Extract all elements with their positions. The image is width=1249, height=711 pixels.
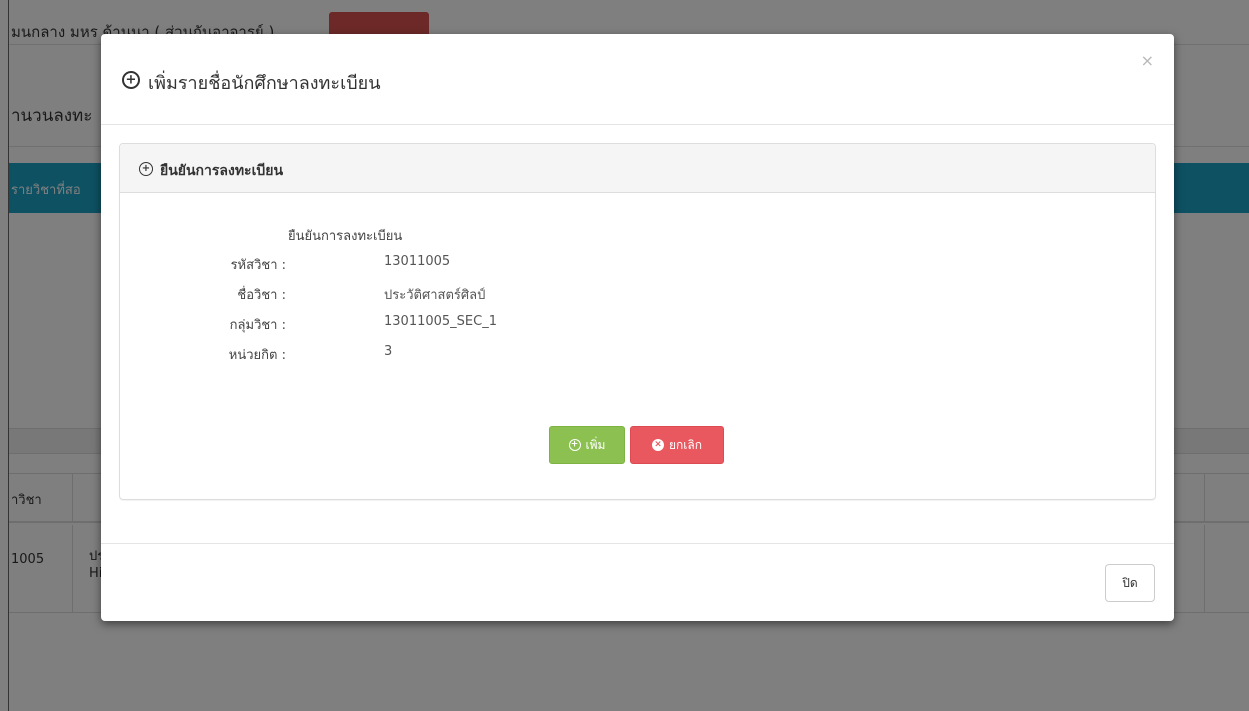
course-group-label: กลุ่มวิชา :	[229, 318, 286, 333]
credits-label: หน่วยกิต :	[228, 348, 286, 363]
modal-title: เพิ่มรายชื่อนักศึกษาลงทะเบียน	[148, 73, 381, 94]
course-code-value: 13011005	[384, 254, 451, 269]
plus-circle-icon: +	[139, 162, 153, 176]
close-icon[interactable]: ×	[1141, 51, 1154, 70]
modal-footer: ปิด	[101, 543, 1174, 621]
course-group-value: 13011005_SEC_1	[384, 314, 497, 329]
course-name-label: ชื่อวิชา :	[237, 288, 286, 303]
plus-circle-icon: +	[568, 439, 581, 451]
credits-value: 3	[384, 344, 393, 359]
panel-heading: + ยืนยันการลงทะเบียน	[120, 144, 1155, 193]
panel-title: ยืนยันการลงทะเบียน	[160, 163, 284, 179]
times-circle-icon: ×	[651, 439, 664, 451]
credits-row: หน่วยกิต : 3	[120, 344, 720, 364]
add-button[interactable]: + เพิ่ม	[549, 426, 625, 464]
course-group-row: กลุ่มวิชา : 13011005_SEC_1	[120, 314, 720, 334]
add-student-modal: + เพิ่มรายชื่อนักศึกษาลงทะเบียน × + ยืนย…	[101, 34, 1174, 621]
confirm-panel: + ยืนยันการลงทะเบียน ยืนยันการลงทะเบียน …	[119, 143, 1156, 500]
course-code-row: รหัสวิชา : 13011005	[120, 254, 720, 274]
cancel-button-label: ยกเลิก	[668, 437, 703, 452]
modal-header: + เพิ่มรายชื่อนักศึกษาลงทะเบียน ×	[101, 34, 1174, 125]
add-button-label: เพิ่ม	[585, 437, 606, 452]
course-name-value: ประวัติศาสตร์ศิลป์	[384, 288, 486, 303]
confirm-title: ยืนยันการลงทะเบียน	[288, 229, 403, 244]
course-code-label: รหัสวิชา :	[230, 258, 286, 273]
course-name-row: ชื่อวิชา : ประวัติศาสตร์ศิลป์	[120, 284, 720, 304]
cancel-button[interactable]: × ยกเลิก	[630, 426, 724, 464]
plus-circle-icon: +	[122, 71, 140, 89]
close-button[interactable]: ปิด	[1105, 564, 1155, 602]
